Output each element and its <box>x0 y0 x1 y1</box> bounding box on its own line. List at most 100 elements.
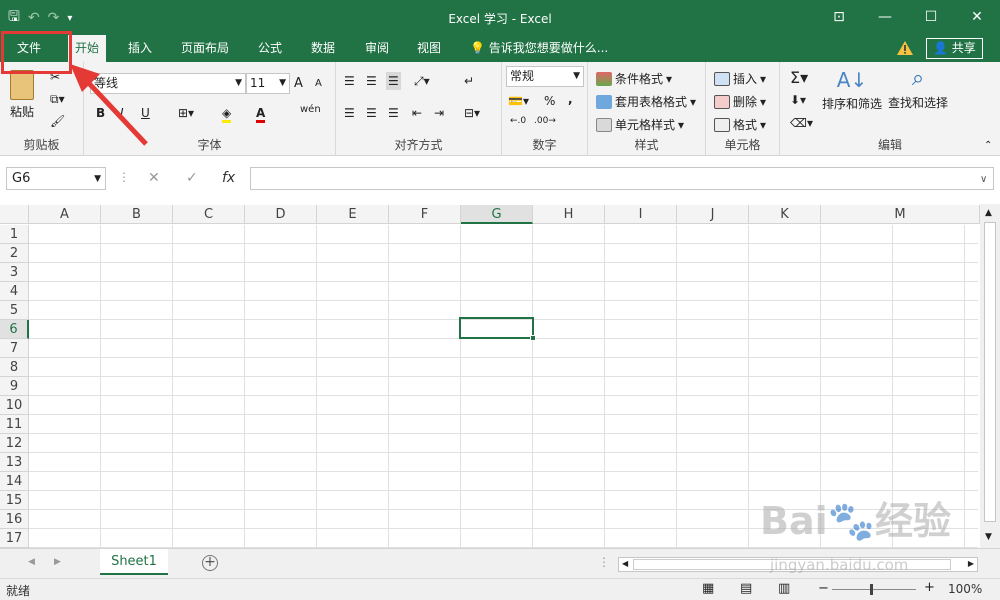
row-header[interactable]: 11 <box>0 415 29 434</box>
warning-icon[interactable] <box>896 40 914 56</box>
grow-font-button[interactable]: A <box>294 76 303 91</box>
find-select-button[interactable]: ⌕ 查找和选择 <box>888 66 948 111</box>
autosum-icon[interactable]: Σ▾ <box>790 68 808 87</box>
cancel-icon[interactable]: ✕ <box>148 170 160 186</box>
tab-home[interactable]: 开始 <box>68 35 107 62</box>
row-header[interactable]: 5 <box>0 301 29 320</box>
insert-cells-button[interactable]: 插入 ▾ <box>714 70 766 87</box>
column-header[interactable]: M <box>821 205 980 224</box>
tab-file[interactable]: 文件 <box>10 35 48 62</box>
tell-me-box[interactable]: 💡 告诉我您想要做什么... <box>470 35 608 62</box>
column-header[interactable]: G <box>461 205 533 224</box>
add-sheet-button[interactable]: + <box>202 555 218 571</box>
enter-icon[interactable]: ✓ <box>186 170 198 186</box>
normal-view-icon[interactable]: ▦ <box>702 581 714 596</box>
column-header[interactable]: D <box>245 205 317 224</box>
scroll-down-icon[interactable]: ▼ <box>985 532 992 542</box>
column-header[interactable]: H <box>533 205 605 224</box>
vertical-scrollbar[interactable]: ▲ ▼ <box>980 204 1000 548</box>
page-break-view-icon[interactable]: ▥ <box>778 581 790 596</box>
next-sheet-icon[interactable]: ▶ <box>54 557 61 567</box>
column-header[interactable]: I <box>605 205 677 224</box>
comma-button[interactable]: , <box>568 92 573 106</box>
shrink-font-button[interactable]: A <box>315 78 322 89</box>
fill-handle[interactable] <box>530 335 536 341</box>
column-header[interactable]: B <box>101 205 173 224</box>
wrap-text-icon[interactable]: ↵ <box>464 74 474 88</box>
row-header[interactable]: 3 <box>0 263 29 282</box>
align-bottom-icon[interactable]: ☰ <box>386 72 401 90</box>
minimize-icon[interactable]: — <box>862 0 908 33</box>
row-header[interactable]: 13 <box>0 453 29 472</box>
tab-review[interactable]: 审阅 <box>359 35 395 62</box>
align-center-icon[interactable]: ☰ <box>366 106 377 120</box>
row-header[interactable]: 15 <box>0 491 29 510</box>
orientation-icon[interactable]: ⤢▾ <box>414 74 430 89</box>
row-header[interactable]: 14 <box>0 472 29 491</box>
format-cells-button[interactable]: 格式 ▾ <box>714 116 766 133</box>
increase-indent-icon[interactable]: ⇥ <box>434 106 444 120</box>
row-header[interactable]: 1 <box>0 225 29 244</box>
align-right-icon[interactable]: ☰ <box>388 106 399 120</box>
collapse-ribbon-icon[interactable]: ⌃ <box>984 140 992 151</box>
column-header[interactable]: C <box>173 205 245 224</box>
expand-formula-icon[interactable]: ∨ <box>980 174 987 185</box>
ribbon-display-options-icon[interactable]: ⊡ <box>816 0 862 33</box>
border-icon[interactable]: ⊞▾ <box>178 106 194 120</box>
phonetic-guide-button[interactable]: wén <box>300 104 321 115</box>
merge-center-icon[interactable]: ⊟▾ <box>464 106 480 120</box>
column-header[interactable]: E <box>317 205 389 224</box>
selected-cell[interactable] <box>459 317 536 341</box>
decrease-indent-icon[interactable]: ⇤ <box>412 106 422 120</box>
number-format-select[interactable]: 常规 ▼ <box>506 66 584 87</box>
sort-filter-button[interactable]: A↓ 排序和筛选 <box>822 68 882 112</box>
row-header[interactable]: 17 <box>0 529 29 548</box>
row-header[interactable]: 4 <box>0 282 29 301</box>
prev-sheet-icon[interactable]: ◀ <box>28 557 35 567</box>
align-top-icon[interactable]: ☰ <box>344 74 355 88</box>
increase-decimal-icon[interactable]: ←.0 <box>510 116 526 126</box>
row-header[interactable]: 12 <box>0 434 29 453</box>
font-size-select[interactable]: 11 ▼ <box>246 73 290 94</box>
format-as-table-button[interactable]: 套用表格格式 ▾ <box>596 93 696 110</box>
row-header[interactable]: 10 <box>0 396 29 415</box>
cut-icon[interactable]: ✂ <box>50 70 60 84</box>
zoom-level[interactable]: 100% <box>948 582 982 596</box>
insert-function-icon[interactable]: fx <box>222 170 235 186</box>
fill-icon[interactable]: ⬇▾ <box>790 93 806 107</box>
tab-insert[interactable]: 插入 <box>122 35 158 62</box>
row-header[interactable]: 16 <box>0 510 29 529</box>
align-left-icon[interactable]: ☰ <box>344 106 355 120</box>
paste-button[interactable]: 粘贴 <box>10 70 34 120</box>
currency-icon[interactable]: 💳▾ <box>508 94 529 108</box>
column-header[interactable]: J <box>677 205 749 224</box>
conditional-formatting-button[interactable]: 条件格式 ▾ <box>596 70 672 87</box>
percent-button[interactable]: % <box>544 94 555 108</box>
tab-formulas[interactable]: 公式 <box>252 35 288 62</box>
fill-color-icon[interactable]: ◈ <box>222 106 232 123</box>
align-middle-icon[interactable]: ☰ <box>366 74 377 88</box>
zoom-slider-thumb[interactable] <box>870 584 873 595</box>
clear-icon[interactable]: ⌫▾ <box>790 116 813 130</box>
row-header[interactable]: 9 <box>0 377 29 396</box>
tab-view[interactable]: 视图 <box>411 35 447 62</box>
row-header[interactable]: 7 <box>0 339 29 358</box>
font-color-button[interactable]: A <box>256 106 266 123</box>
scroll-left-icon[interactable]: ◀ <box>622 559 628 568</box>
zoom-in-icon[interactable]: + <box>924 580 935 595</box>
maximize-icon[interactable]: ☐ <box>908 0 954 33</box>
column-header[interactable]: A <box>29 205 101 224</box>
row-header[interactable]: 8 <box>0 358 29 377</box>
scroll-up-icon[interactable]: ▲ <box>985 208 992 218</box>
vertical-scroll-thumb[interactable] <box>984 222 996 522</box>
sheet-tab[interactable]: Sheet1 <box>100 549 168 575</box>
decrease-decimal-icon[interactable]: .00→ <box>534 116 556 126</box>
scroll-right-icon[interactable]: ▶ <box>968 559 974 568</box>
share-button[interactable]: 👤 共享 <box>926 38 983 59</box>
close-icon[interactable]: ✕ <box>954 0 1000 33</box>
name-box[interactable]: G6 ▼ <box>6 167 106 190</box>
cell-styles-button[interactable]: 单元格样式 ▾ <box>596 116 684 133</box>
select-all-corner[interactable] <box>0 205 29 224</box>
row-header[interactable]: 6 <box>0 320 29 339</box>
formula-input[interactable] <box>250 167 994 190</box>
